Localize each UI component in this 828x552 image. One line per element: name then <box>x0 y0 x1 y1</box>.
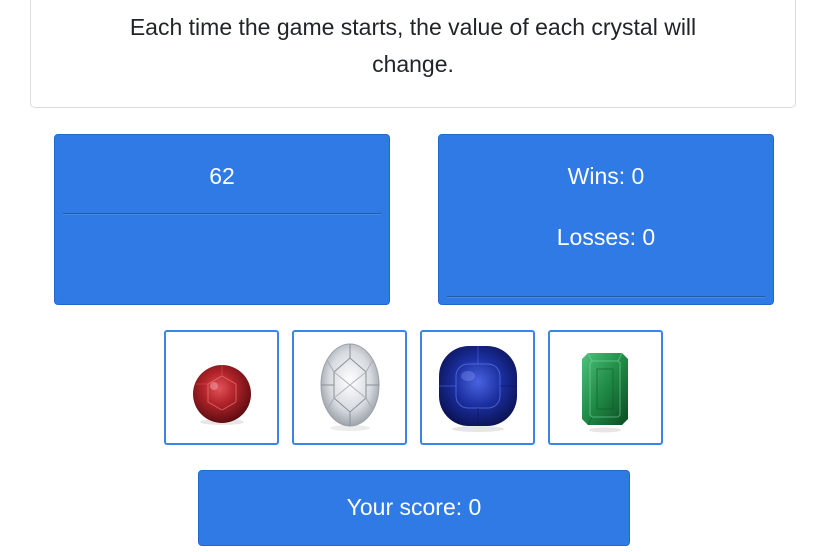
your-score: Your score: 0 <box>346 494 482 520</box>
instructions-card: Each time the game starts, the value of … <box>30 0 796 108</box>
losses-count: Losses: 0 <box>556 224 656 250</box>
score-panel: Your score: 0 <box>198 470 630 546</box>
target-number-panel: 62 <box>54 134 390 305</box>
instructions-text: Each time the game starts, the value of … <box>129 14 697 77</box>
crystal-button-ruby[interactable] <box>164 330 279 445</box>
panel-divider <box>447 296 765 297</box>
red-round-gem-icon <box>193 365 251 425</box>
crystal-button-diamond[interactable] <box>292 330 407 445</box>
green-emerald-cut-gem-icon <box>582 352 628 433</box>
blue-cushion-gem-icon <box>439 346 517 432</box>
wins-count: Wins: 0 <box>567 163 645 189</box>
crystal-button-sapphire[interactable] <box>420 330 535 445</box>
panel-divider <box>63 213 381 214</box>
target-number: 62 <box>209 163 235 189</box>
clear-oval-diamond-icon <box>320 343 380 431</box>
crystal-button-emerald[interactable] <box>548 330 663 445</box>
stats-panel: Wins: 0 Losses: 0 <box>438 134 774 305</box>
crystal-collector-game: Each time the game starts, the value of … <box>0 0 828 552</box>
